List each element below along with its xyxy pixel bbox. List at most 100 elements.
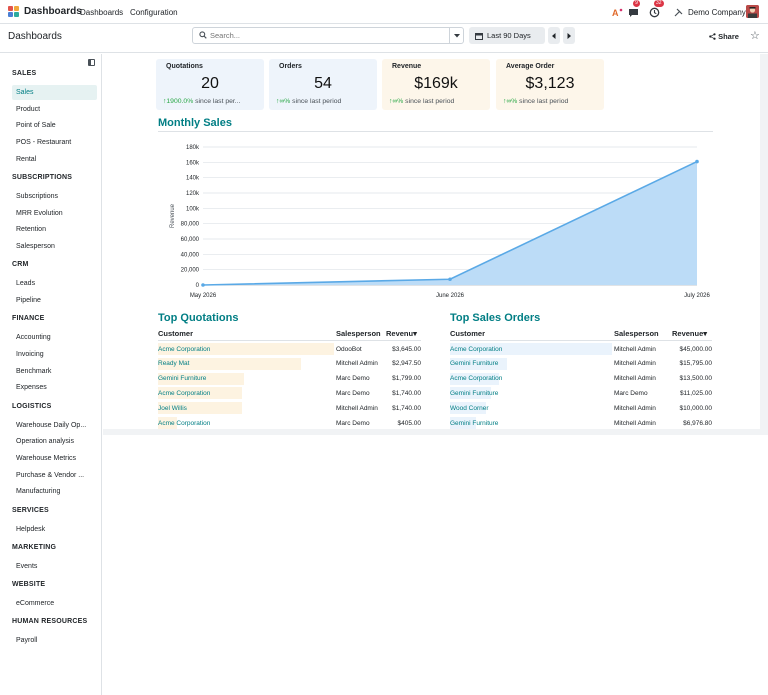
top-quotations-customer-link[interactable]: Acme Corporation <box>158 390 210 397</box>
chart-y-tick-label: 20,000 <box>181 268 200 274</box>
sidebar-section-subscriptions: SUBSCRIPTIONS <box>12 174 73 181</box>
kpi-label: Revenue <box>392 63 422 70</box>
sidebar-section-human-resources: HUMAN RESOURCES <box>12 618 88 626</box>
top-sales-orders-col-salesperson[interactable]: Salesperson <box>614 329 659 338</box>
chat-badge: 9 <box>633 0 640 7</box>
top-sales-orders-col-revenue[interactable]: Revenue▾ <box>672 329 707 338</box>
chart-data-point[interactable] <box>448 277 452 282</box>
top-sales-orders-col-customer[interactable]: Customer <box>450 329 485 338</box>
top-sales-orders-customer-link[interactable]: Acme Corporation <box>450 346 502 353</box>
chat-icon[interactable]: 9 <box>628 0 642 20</box>
top-quotations-customer-link[interactable]: Gemini Furniture <box>158 375 206 382</box>
monthly-sales-rule <box>158 131 713 132</box>
kpi-card-average-order[interactable]: Average Order $3,123 ↑∞% since last period <box>496 59 604 110</box>
top-sales-orders-customer-link[interactable]: Acme Corporation <box>450 375 502 382</box>
sidebar-item-events[interactable]: Events <box>12 559 97 574</box>
top-quotations-customer-link[interactable]: Ready Mat <box>158 360 189 367</box>
user-avatar[interactable] <box>746 5 759 18</box>
top-quotations-revenue: $3,645.00 <box>392 345 421 353</box>
favorite-star-icon[interactable]: ☆ <box>750 29 760 42</box>
monthly-sales-title: Monthly Sales <box>158 117 232 129</box>
sidebar-item-invoicing[interactable]: Invoicing <box>12 347 97 362</box>
next-period-button[interactable] <box>563 27 575 44</box>
sidebar-item-manufacturing[interactable]: Manufacturing <box>12 484 97 499</box>
top-quotations-col-customer[interactable]: Customer <box>158 329 193 338</box>
chart-data-point[interactable] <box>201 283 205 287</box>
chart-y-tick-label: 100k <box>186 206 200 212</box>
sidebar-item-salesperson[interactable]: Salesperson <box>12 239 97 254</box>
chart-x-tick-label: June 2026 <box>436 293 465 299</box>
date-range-label: Last 90 Days <box>487 31 531 40</box>
sidebar-item-mrr-evolution[interactable]: MRR Evolution <box>12 206 97 221</box>
top-quotations-customer-link[interactable]: Acme Corporation <box>158 420 210 427</box>
kpi-card-orders[interactable]: Orders 54 ↑∞% since last period <box>269 59 377 110</box>
activity-icon[interactable]: 32 <box>649 0 667 20</box>
sidebar-item-helpdesk[interactable]: Helpdesk <box>12 522 97 537</box>
sidebar-item-retention[interactable]: Retention <box>12 222 97 237</box>
sidebar-item-point-of-sale[interactable]: Point of Sale <box>12 118 97 133</box>
top-sales-orders-revenue: $13,500.00 <box>679 375 712 383</box>
sidebar-item-expenses[interactable]: Expenses <box>12 380 97 395</box>
share-button[interactable]: Share <box>709 32 739 41</box>
apps-menu-icon[interactable] <box>8 6 19 17</box>
kpi-trend-text: since last period <box>290 98 342 105</box>
top-quotations-customer-link[interactable]: Acme Corporation <box>158 346 210 353</box>
activity-badge: 32 <box>654 0 664 7</box>
search-input[interactable] <box>210 30 440 41</box>
menu-dashboards[interactable]: Dashboards <box>80 8 123 17</box>
kpi-trend-value: 1900.0% <box>166 98 194 105</box>
chart-area-fill <box>203 161 697 285</box>
chart-y-tick-label: 60,000 <box>181 237 200 243</box>
chart-y-tick-label: 40,000 <box>181 252 200 258</box>
chart-x-tick-label: July 2026 <box>684 293 710 299</box>
chart-y-tick-label: 180k <box>186 145 200 151</box>
sidebar-item-operation-analysis[interactable]: Operation analysis <box>12 434 97 449</box>
kpi-trend-text: since last per... <box>193 98 241 105</box>
sidebar-item-warehouse-metrics[interactable]: Warehouse Metrics <box>12 451 97 466</box>
previous-period-button[interactable] <box>548 27 560 44</box>
kpi-trend-value: ∞% <box>279 98 291 105</box>
company-switcher[interactable]: Demo Company <box>688 8 746 17</box>
ai-icon[interactable]: A <box>612 4 624 20</box>
top-sales-orders-salesperson: Mitchell Admin <box>614 360 656 368</box>
sidebar-item-sales[interactable]: Sales <box>12 85 97 100</box>
collapse-sidebar-icon[interactable] <box>88 59 95 66</box>
sidebar-item-accounting[interactable]: Accounting <box>12 330 97 345</box>
top-sales-orders-customer-link[interactable]: Gemini Furniture <box>450 420 498 427</box>
top-quotations-header-rule <box>158 340 421 341</box>
search-bar[interactable] <box>192 27 464 44</box>
sidebar-item-pos-restaurant[interactable]: POS - Restaurant <box>12 135 97 150</box>
sidebar-item-leads[interactable]: Leads <box>12 276 97 291</box>
kpi-trend: ↑∞% since last period <box>389 98 487 105</box>
sidebar-item-payroll[interactable]: Payroll <box>12 633 97 648</box>
chart-y-tick-label: 80,000 <box>181 222 200 228</box>
debug-tools-icon[interactable] <box>674 4 684 20</box>
sidebar-item-ecommerce[interactable]: eCommerce <box>12 596 97 611</box>
sidebar-item-product[interactable]: Product <box>12 102 97 117</box>
top-quotations-col-salesperson[interactable]: Salesperson <box>336 329 381 338</box>
chart-y-tick-label: 120k <box>186 191 200 197</box>
sidebar-item-warehouse-daily-op[interactable]: Warehouse Daily Op... <box>12 418 97 433</box>
top-navbar: Dashboards Dashboards Configuration A 9 … <box>0 0 768 24</box>
chart-data-point[interactable] <box>695 159 699 164</box>
top-sales-orders-customer-link[interactable]: Wood Corner <box>450 405 489 412</box>
app-brand[interactable]: Dashboards <box>24 6 82 17</box>
sidebar-item-pipeline[interactable]: Pipeline <box>12 293 97 308</box>
sidebar-item-subscriptions[interactable]: Subscriptions <box>12 189 97 204</box>
kpi-card-quotations[interactable]: Quotations 20 ↑1900.0% since last per... <box>156 59 264 110</box>
svg-text:A: A <box>612 8 619 18</box>
sidebar-item-benchmark[interactable]: Benchmark <box>12 364 97 379</box>
top-sales-orders-salesperson: Mitchell Admin <box>614 404 656 412</box>
top-sales-orders-customer-link[interactable]: Gemini Furniture <box>450 390 498 397</box>
date-range-button[interactable]: Last 90 Days <box>469 27 545 44</box>
top-sales-orders-customer-link[interactable]: Gemini Furniture <box>450 360 498 367</box>
kpi-card-revenue[interactable]: Revenue $169k ↑∞% since last period <box>382 59 490 110</box>
control-panel: Dashboards Last 90 Days Share ☆ <box>0 24 768 53</box>
sidebar-item-purchase-vendor[interactable]: Purchase & Vendor ... <box>12 468 97 483</box>
search-options-dropdown[interactable] <box>449 28 463 43</box>
top-quotations-customer-link[interactable]: Joel Willis <box>158 405 187 412</box>
sidebar-item-rental[interactable]: Rental <box>12 152 97 167</box>
top-quotations-col-revenu[interactable]: Revenu▾ <box>386 329 417 338</box>
menu-configuration[interactable]: Configuration <box>130 8 178 17</box>
top-sales-orders-revenue: $45,000.00 <box>679 345 712 353</box>
